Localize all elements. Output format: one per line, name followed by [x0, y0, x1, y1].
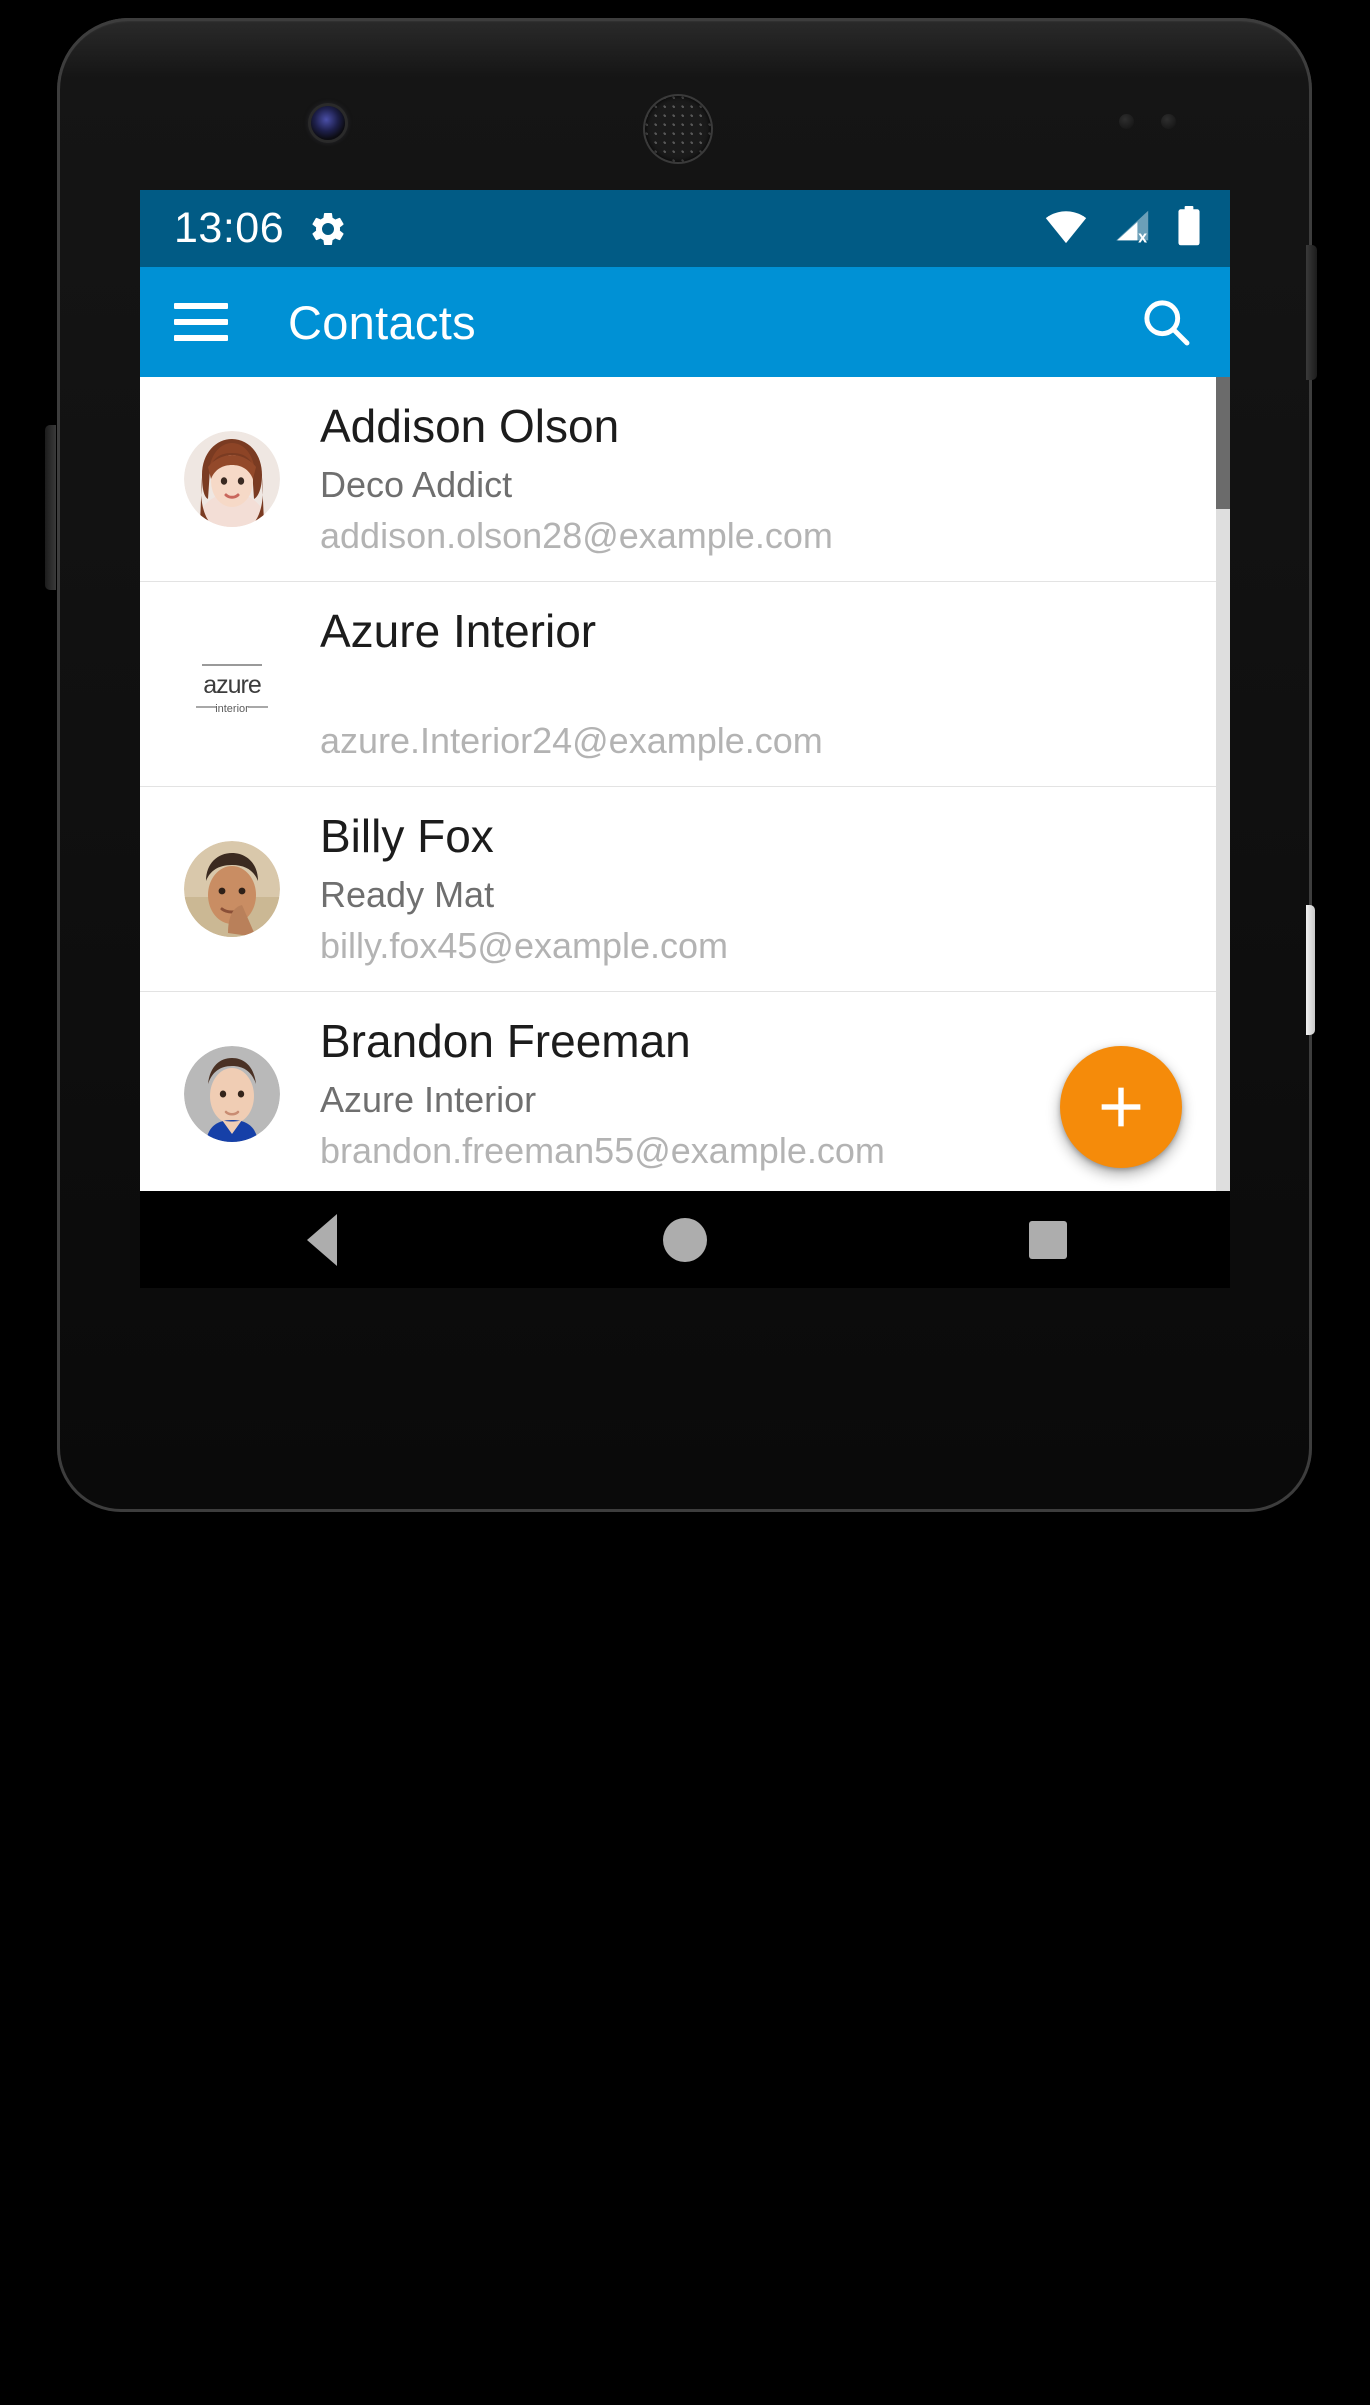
- android-navigation-bar: [140, 1191, 1230, 1288]
- list-scrollbar-thumb[interactable]: [1216, 377, 1230, 509]
- menu-line: [174, 319, 228, 325]
- home-circle-icon: [662, 1217, 707, 1262]
- svg-text:azure: azure: [203, 671, 261, 699]
- contact-list-item[interactable]: azure interior Azure Interior azure.Inte…: [140, 582, 1230, 787]
- list-scrollbar-track[interactable]: [1216, 377, 1230, 1288]
- volume-button[interactable]: [45, 425, 56, 590]
- side-button-secondary[interactable]: [1306, 905, 1315, 1035]
- phone-top-bezel: [57, 18, 1312, 193]
- add-contact-fab[interactable]: [1060, 1046, 1182, 1168]
- battery-full-icon: [1176, 206, 1202, 251]
- company-logo: azure interior: [180, 645, 284, 723]
- power-button[interactable]: [1306, 245, 1317, 380]
- avatar-wrapper: azure interior: [168, 645, 296, 723]
- avatar: [184, 841, 280, 937]
- contact-details: Addison Olson Deco Addict addison.olson2…: [296, 400, 1230, 557]
- page-title: Contacts: [288, 295, 476, 349]
- svg-text:interior: interior: [215, 703, 249, 715]
- avatar-wrapper: [168, 841, 296, 937]
- status-bar: 13:06 x: [140, 190, 1230, 267]
- contact-list[interactable]: Addison Olson Deco Addict addison.olson2…: [140, 377, 1230, 1288]
- app-bar: Contacts: [140, 267, 1230, 377]
- contact-list-item[interactable]: Addison Olson Deco Addict addison.olson2…: [140, 377, 1230, 582]
- front-camera-icon: [311, 106, 345, 140]
- nav-recents-button[interactable]: [988, 1191, 1108, 1288]
- back-triangle-icon: [306, 1213, 337, 1266]
- hamburger-menu-icon[interactable]: [174, 293, 232, 351]
- search-icon[interactable]: [1136, 292, 1196, 352]
- svg-text:x: x: [1138, 229, 1147, 244]
- menu-line: [174, 303, 228, 309]
- avatar: [184, 1046, 280, 1142]
- cellular-signal-no-service-icon: x: [1110, 208, 1154, 249]
- avatar-wrapper: [168, 1046, 296, 1142]
- earpiece-speaker-icon: [645, 96, 711, 162]
- contact-list-item[interactable]: Billy Fox Ready Mat billy.fox45@example.…: [140, 787, 1230, 992]
- status-bar-clock: 13:06: [174, 204, 285, 252]
- avatar: [184, 431, 280, 527]
- proximity-sensor-icon: [1119, 114, 1134, 129]
- contact-email: addison.olson28@example.com: [320, 514, 833, 556]
- plus-icon: [1101, 1087, 1141, 1127]
- contact-name: Azure Interior: [320, 605, 597, 658]
- phone-screen: 13:06 x Contacts Addison Olson Deco Addi…: [140, 190, 1230, 1288]
- nav-home-button[interactable]: [625, 1191, 745, 1288]
- contact-details: Billy Fox Ready Mat billy.fox45@example.…: [296, 810, 1230, 967]
- wifi-icon: [1044, 208, 1088, 249]
- contact-company: Ready Mat: [320, 873, 495, 915]
- contact-email: billy.fox45@example.com: [320, 924, 729, 966]
- menu-line: [174, 335, 228, 341]
- contact-company: Deco Addict: [320, 463, 513, 505]
- contact-company: [320, 667, 1230, 712]
- nav-back-button[interactable]: [262, 1191, 382, 1288]
- contact-details: Azure Interior azure.Interior24@example.…: [296, 605, 1230, 762]
- avatar-wrapper: [168, 431, 296, 527]
- contact-name: Billy Fox: [320, 810, 494, 863]
- contact-email: azure.Interior24@example.com: [320, 719, 823, 761]
- contact-name: Addison Olson: [320, 400, 620, 453]
- gear-icon: [308, 209, 348, 249]
- light-sensor-icon: [1161, 114, 1176, 129]
- status-bar-icons: x: [1044, 206, 1202, 251]
- recents-square-icon: [1029, 1220, 1068, 1259]
